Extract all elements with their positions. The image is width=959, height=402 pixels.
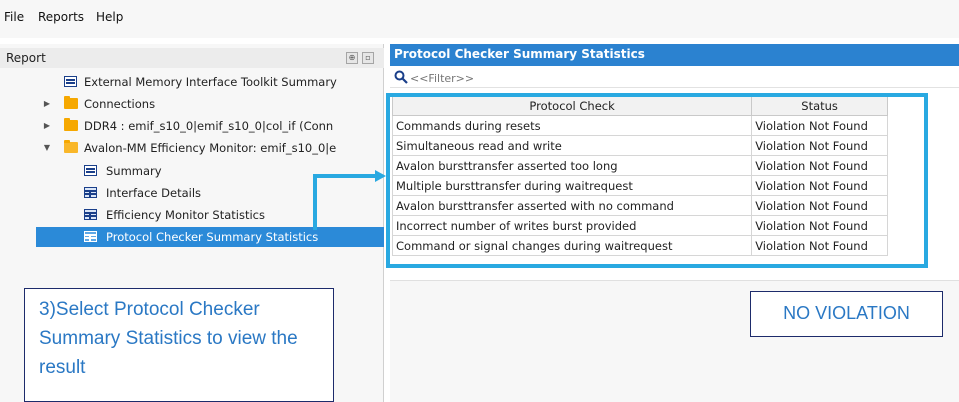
tree-item-label: External Memory Interface Toolkit Summar… xyxy=(84,75,337,89)
folder-icon xyxy=(64,118,78,131)
report-icon xyxy=(84,165,97,176)
tree-item-label: Connections xyxy=(84,97,156,111)
tree-item-label: DDR4 : emif_s10_0|emif_s10_0|col_if (Con… xyxy=(84,119,334,133)
panel-title-bar: Protocol Checker Summary Statistics xyxy=(390,44,959,66)
report-pane-title: Report xyxy=(6,51,46,65)
menu-file[interactable]: File xyxy=(4,10,24,24)
open-folder-icon xyxy=(64,140,78,153)
tree-item-label: Summary xyxy=(106,164,162,178)
table-icon xyxy=(84,209,97,220)
table-icon xyxy=(84,187,97,198)
instruction-callout: 3)Select Protocol Checker Summary Statis… xyxy=(24,288,334,402)
app-window: File Reports Help Report ⊕ ▫ External Me… xyxy=(0,0,959,402)
folder-icon xyxy=(64,96,78,109)
table-highlight-box xyxy=(386,93,928,268)
tree-item-label: Efficiency Monitor Statistics xyxy=(106,208,265,222)
report-icon xyxy=(64,76,77,87)
panel-title: Protocol Checker Summary Statistics xyxy=(394,47,645,61)
tree-item-label: Avalon-MM Efficiency Monitor: emif_s10_0… xyxy=(84,141,337,155)
tree-item-emif-toolkit-summary[interactable]: External Memory Interface Toolkit Summar… xyxy=(0,72,384,92)
search-icon xyxy=(394,70,408,84)
tree-item-connections[interactable]: ▶ Connections xyxy=(0,94,384,114)
result-callout-text: NO VIOLATION xyxy=(783,303,910,323)
restore-icon[interactable]: ▫ xyxy=(362,52,374,64)
instruction-callout-text: 3)Select Protocol Checker Summary Statis… xyxy=(39,299,298,378)
filter-bar xyxy=(390,68,959,88)
tree-item-avalon-efficiency-monitor[interactable]: ▼ Avalon-MM Efficiency Monitor: emif_s10… xyxy=(0,138,384,158)
menu-bar: File Reports Help xyxy=(0,0,959,38)
pin-icon[interactable]: ⊕ xyxy=(346,52,358,64)
tree-item-label: Protocol Checker Summary Statistics xyxy=(106,230,319,244)
table-icon xyxy=(84,231,97,242)
chevron-down-icon[interactable]: ▼ xyxy=(42,143,52,153)
report-pane-header: Report ⊕ ▫ xyxy=(0,48,384,68)
menu-reports[interactable]: Reports xyxy=(38,10,84,24)
filter-input[interactable] xyxy=(410,71,610,85)
result-callout: NO VIOLATION xyxy=(750,291,943,337)
chevron-right-icon[interactable]: ▶ xyxy=(42,99,52,109)
tree-item-ddr4[interactable]: ▶ DDR4 : emif_s10_0|emif_s10_0|col_if (C… xyxy=(0,116,384,136)
menu-help[interactable]: Help xyxy=(96,10,123,24)
tree-item-label: Interface Details xyxy=(106,186,202,200)
annotation-arrow xyxy=(313,170,386,230)
chevron-right-icon[interactable]: ▶ xyxy=(42,121,52,131)
